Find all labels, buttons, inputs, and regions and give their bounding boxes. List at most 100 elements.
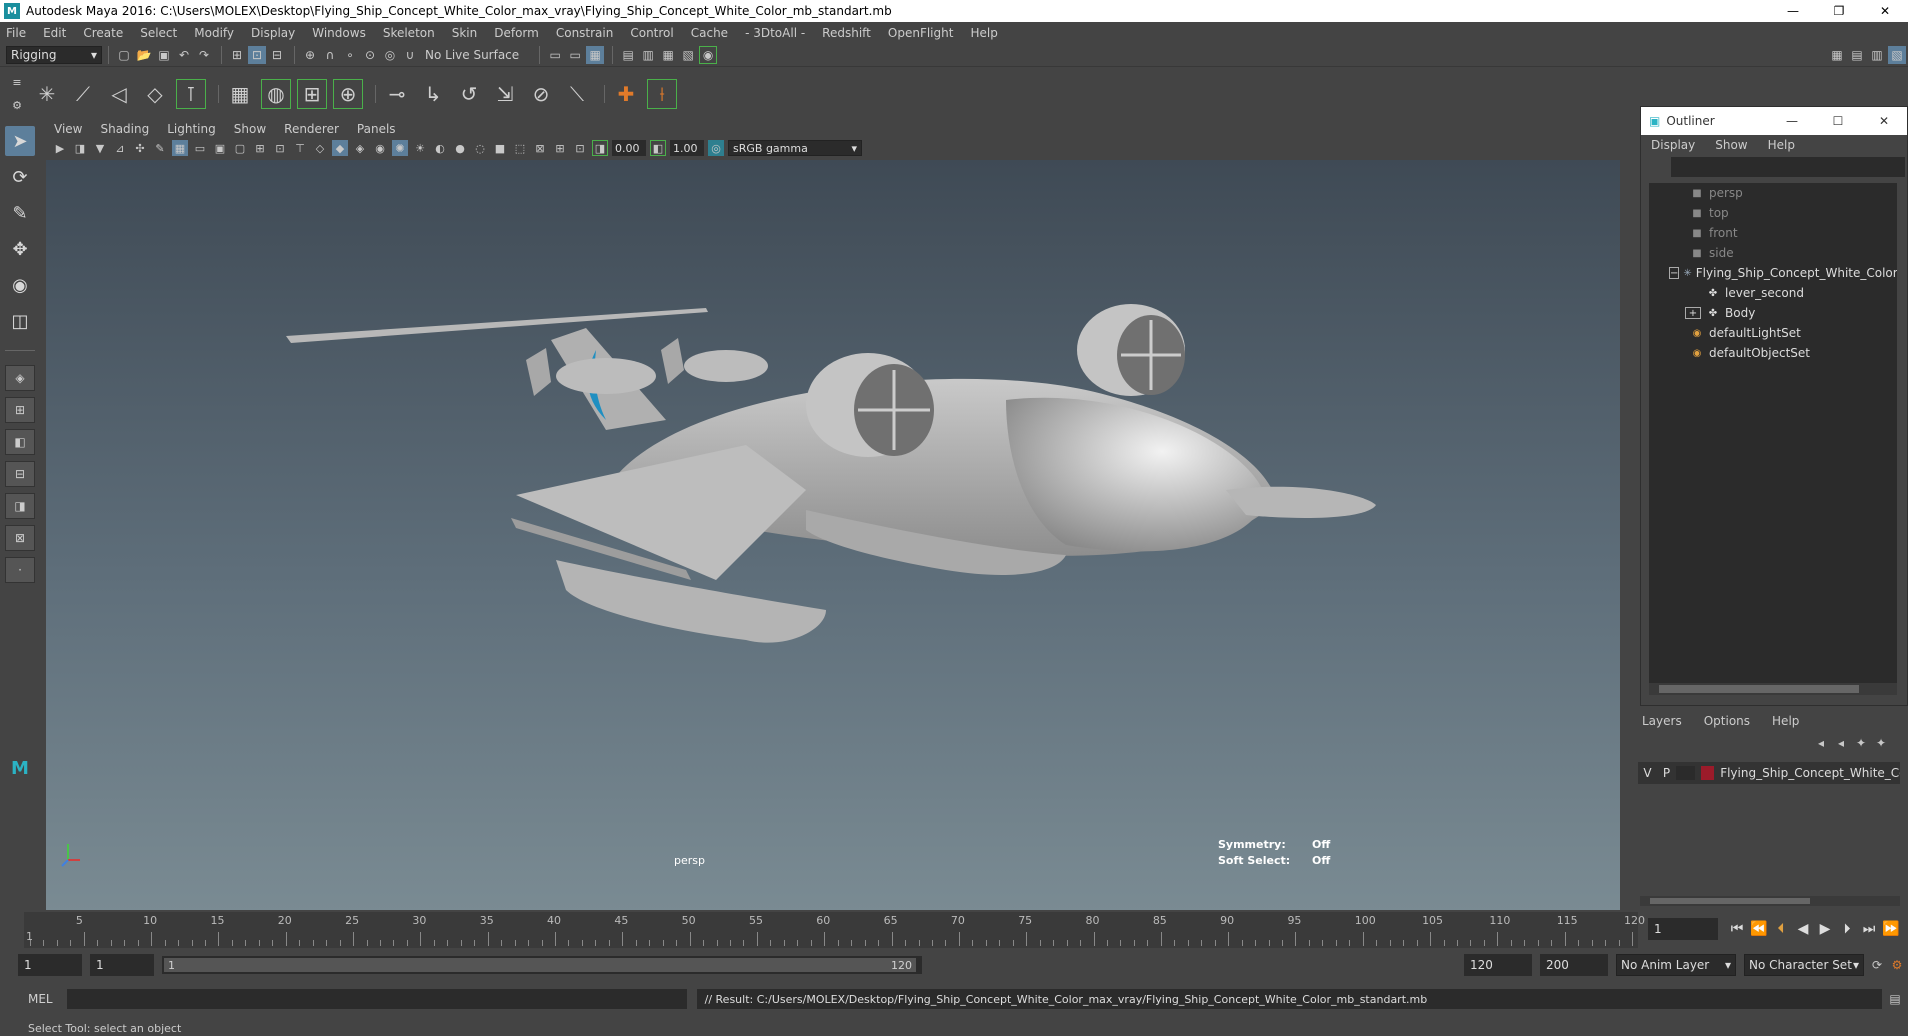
menu-cache[interactable]: Cache (691, 26, 728, 40)
locator-icon[interactable]: ✚ (611, 79, 641, 109)
input-ops-icon[interactable]: ▭ (546, 46, 564, 64)
play-backward-icon[interactable]: ◀ (1792, 918, 1814, 940)
open-scene-icon[interactable]: 📂 (135, 46, 153, 64)
snap-curve-icon[interactable]: ∩ (321, 46, 339, 64)
snap-point-icon[interactable]: ∘ (341, 46, 359, 64)
exposure-field[interactable]: 0.00 (612, 140, 646, 156)
paint-weights-icon[interactable]: ⊺ (176, 78, 206, 109)
layer-menu-layers[interactable]: Layers (1642, 714, 1682, 728)
wrap-icon[interactable]: ⊞ (297, 78, 327, 109)
range-slider-handle[interactable]: 1 120 (164, 958, 916, 972)
pole-vector-icon[interactable]: ⟍ (562, 79, 592, 109)
screen-space-ao-icon[interactable]: ◐ (432, 140, 448, 156)
time-slider[interactable]: 1 5 10 15 20 25 30 35 40 45 50 55 60 65 70 75 80 85 90 95 1… (0, 910, 1908, 950)
isolate-select-icon[interactable]: ⬚ (512, 140, 528, 156)
outliner-persp-graph-layout-icon[interactable]: ⊠ (5, 525, 35, 551)
outliner-item-default-light-set[interactable]: ◉ defaultLightSet (1649, 323, 1897, 343)
menuset-dropdown[interactable]: Rigging ▾ (6, 46, 102, 64)
aim-constraint-icon[interactable]: ↳ (418, 79, 448, 109)
camera-attributes-icon[interactable]: ◨ (72, 140, 88, 156)
gamma-icon[interactable]: ◧ (650, 140, 666, 156)
safe-title-icon[interactable]: ⊤ (292, 140, 308, 156)
field-chart-icon[interactable]: ⊞ (252, 140, 268, 156)
vp-menu-view[interactable]: View (54, 122, 82, 136)
joint-tool-icon[interactable]: ✳ (32, 79, 62, 109)
menu-help[interactable]: Help (970, 26, 997, 40)
lasso-tool-icon[interactable]: ⟳ (5, 162, 35, 192)
outliner-menu-show[interactable]: Show (1715, 138, 1747, 152)
outliner-item-body[interactable]: + ✤ Body (1649, 303, 1897, 323)
colorspace-dropdown[interactable]: sRGB gamma ▾ (728, 140, 862, 156)
wireframe-icon[interactable]: ◇ (312, 140, 328, 156)
single-perspective-layout-icon[interactable]: ◈ (5, 365, 35, 391)
menu-edit[interactable]: Edit (43, 26, 66, 40)
image-plane-icon[interactable]: ⊿ (112, 140, 128, 156)
current-frame-field[interactable]: 1 (1648, 918, 1718, 940)
use-lights-icon[interactable]: ✺ (392, 140, 408, 156)
character-set-dropdown[interactable]: No Character Set ▾ (1744, 954, 1864, 976)
grid-icon[interactable]: ▦ (172, 140, 188, 156)
maximize-button[interactable]: ☐ (1815, 114, 1861, 128)
step-forward-frame-icon[interactable]: ⏵ (1836, 918, 1858, 940)
script-editor-icon[interactable]: ▤ (1886, 990, 1904, 1008)
menu-display[interactable]: Display (251, 26, 295, 40)
menu-constrain[interactable]: Constrain (556, 26, 614, 40)
outliner-horizontal-scrollbar[interactable] (1649, 683, 1897, 695)
ik-handle-icon[interactable]: ⟋ (68, 79, 98, 109)
lattice-icon[interactable]: ▦ (225, 79, 255, 109)
collapse-icon[interactable]: − (1669, 267, 1680, 279)
layer-playback-toggle[interactable]: P (1657, 766, 1676, 780)
new-scene-icon[interactable]: ▢ (115, 46, 133, 64)
menu-skeleton[interactable]: Skeleton (383, 26, 435, 40)
menu-create[interactable]: Create (83, 26, 123, 40)
redo-icon[interactable]: ↷ (195, 46, 213, 64)
step-back-key-icon[interactable]: ⏪ (1748, 918, 1770, 940)
persp-outliner-layout-icon[interactable]: ◧ (5, 429, 35, 455)
menu-3dtoall[interactable]: - 3DtoAll - (745, 26, 805, 40)
grease-pencil-icon[interactable]: ✎ (152, 140, 168, 156)
persp-hypershade-layout-icon[interactable]: ◨ (5, 493, 35, 519)
persp-graph-layout-icon[interactable]: ⊟ (5, 461, 35, 487)
shelf-tabs-toggle[interactable]: ≡ ⚙ (8, 71, 26, 117)
snap-view-icon[interactable]: ⊙ (361, 46, 379, 64)
minimize-button[interactable]: — (1770, 0, 1816, 22)
mel-label[interactable]: MEL (28, 992, 53, 1006)
color-management-icon[interactable]: ◎ (708, 140, 724, 156)
maya-home-logo-icon[interactable]: M (5, 753, 35, 783)
layer-visibility-toggle[interactable]: V (1638, 766, 1657, 780)
more-layouts-icon[interactable]: · (5, 557, 35, 583)
select-component-icon[interactable]: ⊟ (268, 46, 286, 64)
rotate-tool-icon[interactable]: ◉ (5, 270, 35, 300)
layer-row[interactable]: V P Flying_Ship_Concept_White_Col (1638, 762, 1900, 784)
animation-start-field[interactable]: 1 (18, 954, 82, 976)
select-hierarchy-icon[interactable]: ⊞ (228, 46, 246, 64)
scale-constraint-icon[interactable]: ⇲ (490, 79, 520, 109)
cluster-icon[interactable]: ◍ (261, 78, 291, 109)
move-layer-up-icon[interactable]: ◂ (1812, 734, 1830, 752)
safe-action-icon[interactable]: ⊡ (272, 140, 288, 156)
outliner-menu-display[interactable]: Display (1651, 138, 1695, 152)
layer-menu-help[interactable]: Help (1772, 714, 1799, 728)
mel-input[interactable] (66, 989, 687, 1009)
xray-icon[interactable]: ⊠ (532, 140, 548, 156)
outliner-item-lever-second[interactable]: ✤ lever_second (1649, 283, 1897, 303)
ik-spline-icon[interactable]: ◁ (104, 79, 134, 109)
close-button[interactable]: ✕ (1861, 114, 1907, 128)
menu-skin[interactable]: Skin (452, 26, 478, 40)
step-back-frame-icon[interactable]: ⏴ (1770, 918, 1792, 940)
motion-blur-icon[interactable]: ● (452, 140, 468, 156)
blendshape-icon[interactable]: ⊕ (333, 78, 363, 109)
layer-color-swatch[interactable] (1700, 766, 1715, 780)
auto-key-icon[interactable]: ⟳ (1868, 956, 1886, 974)
undo-icon[interactable]: ↶ (175, 46, 193, 64)
exposure-icon[interactable]: ◨ (592, 140, 608, 156)
output-ops-icon[interactable]: ▭ (566, 46, 584, 64)
outliner-item-default-object-set[interactable]: ◉ defaultObjectSet (1649, 343, 1897, 363)
vp-menu-panels[interactable]: Panels (357, 122, 396, 136)
new-layer-selected-icon[interactable]: ✦ (1872, 734, 1890, 752)
outliner-item-front[interactable]: ■ front (1649, 223, 1897, 243)
restore-button[interactable]: ❐ (1816, 0, 1862, 22)
tool-settings-icon[interactable]: ▧ (1888, 46, 1906, 64)
xray-components-icon[interactable]: ⊡ (572, 140, 588, 156)
save-scene-icon[interactable]: ▣ (155, 46, 173, 64)
